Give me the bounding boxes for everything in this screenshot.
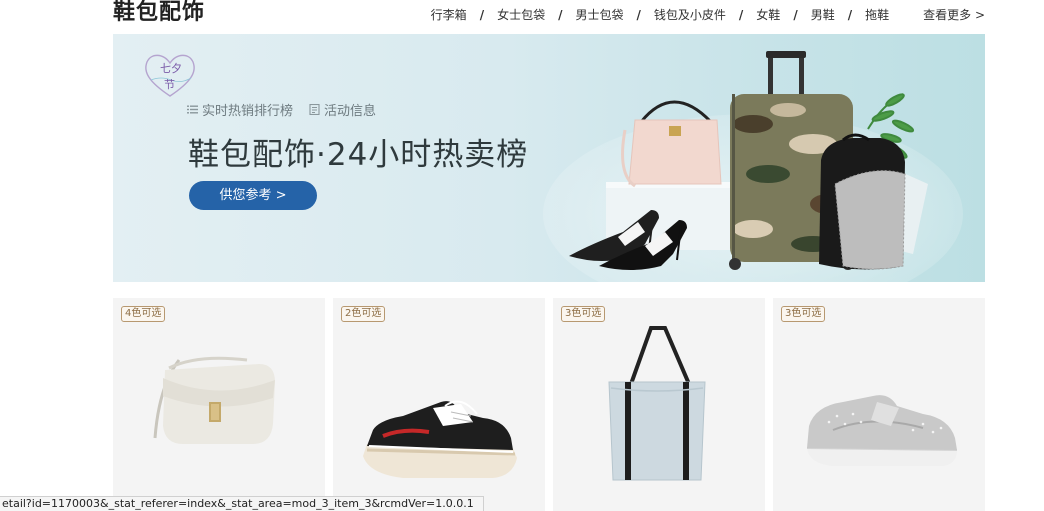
view-more-link[interactable]: 查看更多 >	[923, 6, 985, 23]
white-crossbody-bag-image	[153, 356, 275, 444]
browser-status-url: etail?id=1170003&_stat_referer=index&_st…	[0, 496, 484, 511]
nav-item-womens-bags[interactable]: 女士包袋	[497, 6, 545, 23]
light-blue-tote-bag-image	[608, 326, 706, 481]
section-title: 鞋包配饰	[113, 0, 206, 25]
banner-products-image	[569, 51, 928, 270]
product-card[interactable]: 2色可选	[333, 298, 545, 511]
nav-separator: /	[738, 7, 744, 22]
black-chunky-sneaker-image	[363, 400, 517, 478]
nav-item-womens-shoes[interactable]: 女鞋	[756, 6, 780, 23]
nav-item-mens-bags[interactable]: 男士包袋	[575, 6, 623, 23]
nav-item-mens-shoes[interactable]: 男鞋	[811, 6, 835, 23]
product-grid: 4色可选 2色可选 3色可选 3色可选	[113, 298, 985, 511]
nav-separator: /	[847, 7, 853, 22]
nav-separator: /	[558, 7, 563, 22]
product-card[interactable]: 3色可选	[773, 298, 985, 511]
nav-item-luggage[interactable]: 行李箱	[431, 6, 467, 23]
section-header: 鞋包配饰 行李箱 / 女士包袋 / 男士包袋 / 钱包及小皮件 / 女鞋 / 男…	[113, 0, 985, 26]
category-nav: 行李箱 / 女士包袋 / 男士包袋 / 钱包及小皮件 / 女鞋 / 男鞋 / 拖…	[431, 6, 985, 23]
nav-separator: /	[793, 7, 798, 22]
nav-separator: /	[636, 7, 641, 22]
grey-running-shoe-image	[806, 395, 958, 466]
promo-banner[interactable]: 七夕 节 实时热销排行榜 活动信息 鞋包配饰·24小时热卖榜 供您参考 >	[113, 34, 985, 282]
nav-separator: /	[479, 7, 485, 22]
product-card[interactable]: 3色可选	[553, 298, 765, 511]
product-card[interactable]: 4色可选	[113, 298, 325, 511]
nav-item-wallets[interactable]: 钱包及小皮件	[654, 6, 726, 23]
nav-item-slippers[interactable]: 拖鞋	[865, 6, 889, 23]
